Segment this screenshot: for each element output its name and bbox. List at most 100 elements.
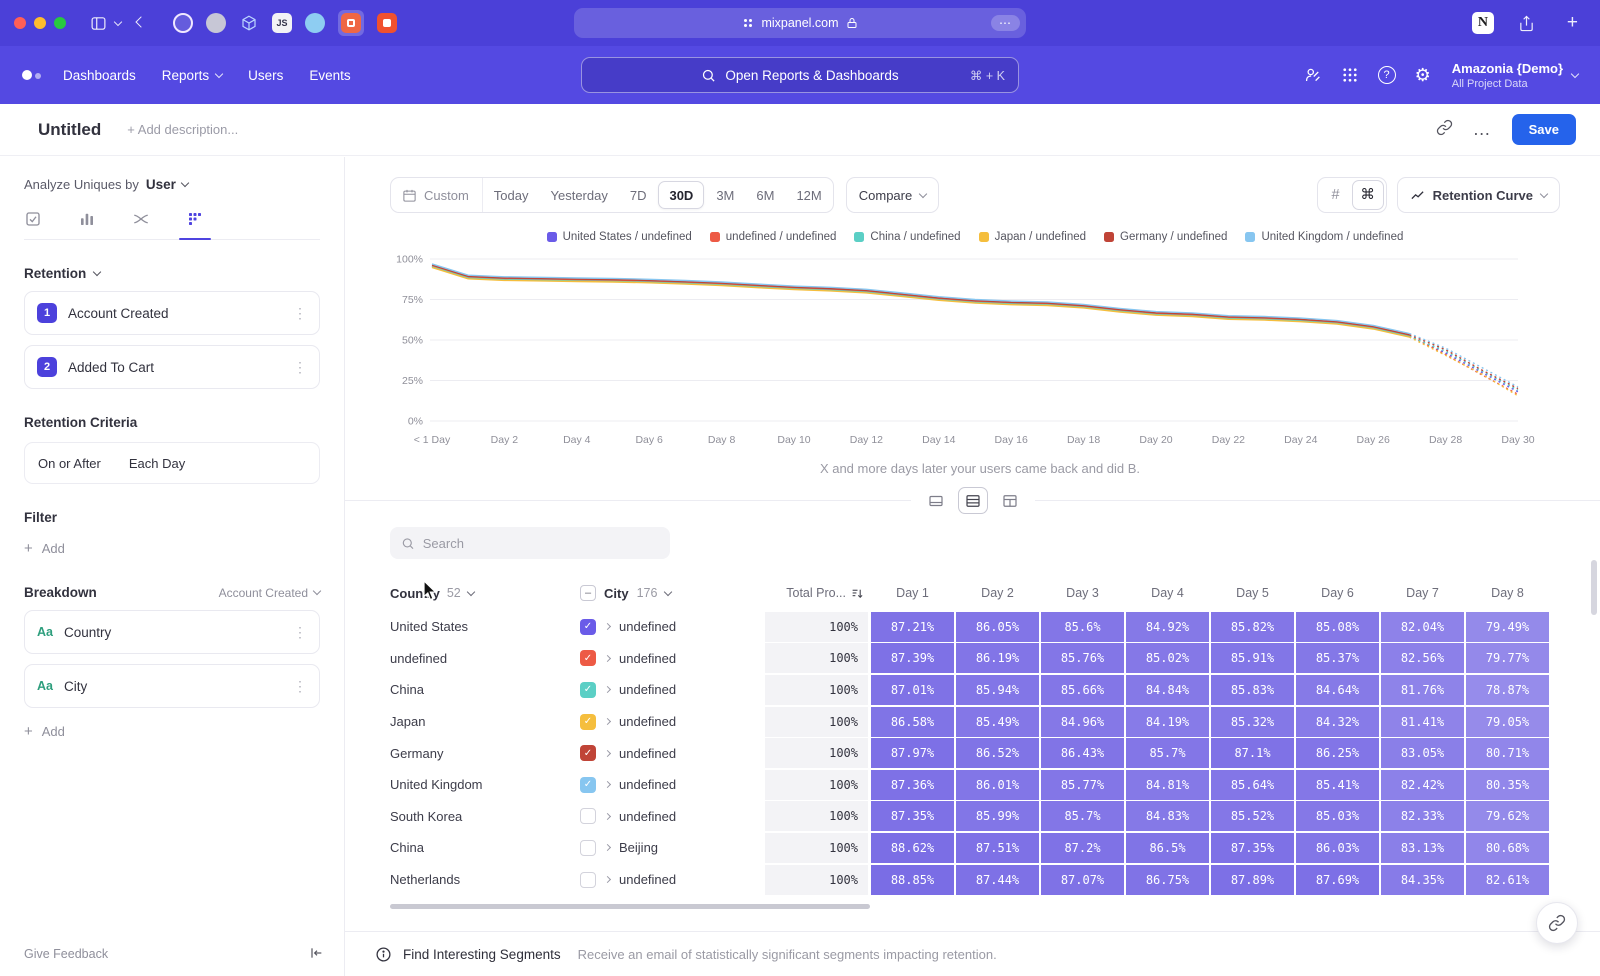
breakdown-context-dropdown[interactable]: Account Created — [219, 586, 320, 600]
nav-item-users[interactable]: Users — [248, 68, 283, 83]
legend-item[interactable]: Japan / undefined — [979, 231, 1086, 243]
compass-extension-icon[interactable] — [305, 13, 325, 33]
retention-cell[interactable]: 84.32% — [1296, 707, 1379, 737]
day-column-header[interactable]: Day 1 — [870, 586, 955, 600]
target-extension-icon[interactable] — [173, 13, 193, 33]
retention-cell[interactable]: 85.7% — [1126, 738, 1209, 768]
criteria-on-or-after[interactable]: On or After — [38, 456, 101, 471]
day-column-header[interactable]: Day 4 — [1125, 586, 1210, 600]
legend-item[interactable]: undefined / undefined — [710, 231, 837, 243]
retention-cell[interactable]: 81.41% — [1381, 707, 1464, 737]
retention-cell[interactable]: 85.77% — [1041, 770, 1124, 800]
retention-cell[interactable]: 86.58% — [871, 707, 954, 737]
date-range-custom[interactable]: Custom — [391, 178, 483, 212]
js-extension-icon[interactable]: JS — [272, 13, 292, 33]
city-column-header[interactable]: – City 176 — [580, 585, 765, 601]
address-more-badge[interactable]: ⋯ — [991, 15, 1020, 31]
retention-cell[interactable]: 83.05% — [1381, 738, 1464, 768]
retention-cell[interactable]: 80.71% — [1466, 738, 1549, 768]
retention-cell[interactable]: 84.83% — [1126, 801, 1209, 831]
row-checkbox[interactable]: ✓ — [580, 714, 596, 730]
retention-cell[interactable]: 85.82% — [1211, 612, 1294, 642]
retention-cell[interactable]: 86.03% — [1296, 833, 1379, 863]
notion-icon[interactable]: N — [1472, 12, 1494, 34]
row-checkbox[interactable]: ✓ — [580, 619, 596, 635]
retention-cell[interactable]: 85.37% — [1296, 643, 1379, 673]
retention-cell[interactable]: 84.64% — [1296, 675, 1379, 705]
retention-cell[interactable]: 85.64% — [1211, 770, 1294, 800]
date-range-12m[interactable]: 12M — [785, 178, 832, 212]
retention-step-2[interactable]: 2 Added To Cart ⋮ — [24, 345, 320, 389]
day-column-header[interactable]: Day 2 — [955, 586, 1040, 600]
retention-cell[interactable]: 85.7% — [1041, 801, 1124, 831]
mixpanel-docs-extension-icon[interactable] — [341, 13, 361, 33]
day-column-header[interactable]: Day 8 — [1465, 586, 1550, 600]
share-link-fab[interactable] — [1536, 902, 1578, 944]
total-cell[interactable]: 100% — [765, 865, 870, 895]
retention-cell[interactable]: 82.56% — [1381, 643, 1464, 673]
add-breakdown-button[interactable]: + Add — [24, 723, 320, 740]
retention-cell[interactable]: 85.6% — [1041, 612, 1124, 642]
expand-chevron-icon[interactable] — [604, 844, 611, 851]
total-cell[interactable]: 100% — [765, 801, 870, 831]
day-column-header[interactable]: Day 6 — [1295, 586, 1380, 600]
tab-flows[interactable] — [132, 210, 150, 239]
retention-cell[interactable]: 87.07% — [1041, 865, 1124, 895]
retention-cell[interactable]: 85.66% — [1041, 675, 1124, 705]
back-icon[interactable] — [137, 21, 145, 26]
retention-cell[interactable]: 84.81% — [1126, 770, 1209, 800]
day-column-header[interactable]: Day 5 — [1210, 586, 1295, 600]
legend-item[interactable]: United States / undefined — [547, 231, 692, 243]
retention-cell[interactable]: 88.62% — [871, 833, 954, 863]
retention-cell[interactable]: 79.62% — [1466, 801, 1549, 831]
total-cell[interactable]: 100% — [765, 675, 870, 705]
retention-cell[interactable]: 86.52% — [956, 738, 1039, 768]
row-checkbox[interactable]: ✓ — [580, 682, 596, 698]
retention-cell[interactable]: 87.51% — [956, 833, 1039, 863]
retention-cell[interactable]: 85.02% — [1126, 643, 1209, 673]
share-icon[interactable] — [1518, 15, 1535, 32]
retention-cell[interactable]: 87.35% — [871, 801, 954, 831]
retention-cell[interactable]: 85.83% — [1211, 675, 1294, 705]
expand-chevron-icon[interactable] — [604, 813, 611, 820]
add-description[interactable]: + Add description... — [127, 122, 238, 137]
total-cell[interactable]: 100% — [765, 833, 870, 863]
nav-item-reports[interactable]: Reports — [162, 68, 222, 83]
kebab-menu-icon[interactable]: ⋮ — [293, 305, 307, 322]
compare-button[interactable]: Compare — [846, 177, 939, 213]
new-tab-icon[interactable]: + — [1567, 12, 1578, 34]
nav-item-events[interactable]: Events — [309, 68, 350, 83]
expand-chevron-icon[interactable] — [604, 655, 611, 662]
total-cell[interactable]: 100% — [765, 612, 870, 642]
row-checkbox[interactable]: ✓ — [580, 745, 596, 761]
retention-cell[interactable]: 84.96% — [1041, 707, 1124, 737]
total-cell[interactable]: 100% — [765, 738, 870, 768]
absolute-number-toggle[interactable]: # — [1320, 180, 1352, 210]
retention-cell[interactable]: 85.52% — [1211, 801, 1294, 831]
total-column-header[interactable]: Total Pro... — [765, 586, 870, 600]
retention-cell[interactable]: 82.61% — [1466, 865, 1549, 895]
legend-item[interactable]: China / undefined — [854, 231, 960, 243]
breakdown-city[interactable]: Aa City ⋮ — [24, 664, 320, 708]
row-checkbox[interactable] — [580, 840, 596, 856]
expand-chevron-icon[interactable] — [604, 623, 611, 630]
legend-item[interactable]: Germany / undefined — [1104, 231, 1227, 243]
row-checkbox[interactable]: ✓ — [580, 777, 596, 793]
kebab-menu-icon[interactable]: ⋮ — [293, 359, 307, 376]
expand-chevron-icon[interactable] — [604, 718, 611, 725]
date-range-today[interactable]: Today — [483, 178, 540, 212]
segments-title[interactable]: Find Interesting Segments — [403, 947, 561, 962]
gray-extension-icon[interactable] — [206, 13, 226, 33]
select-all-checkbox[interactable]: – — [580, 585, 596, 601]
tab-funnels[interactable] — [78, 210, 96, 239]
retention-cell[interactable]: 86.5% — [1126, 833, 1209, 863]
tab-insights[interactable] — [24, 210, 42, 239]
expand-chevron-icon[interactable] — [604, 876, 611, 883]
retention-cell[interactable]: 87.35% — [1211, 833, 1294, 863]
retention-cell[interactable]: 86.01% — [956, 770, 1039, 800]
retention-cell[interactable]: 85.03% — [1296, 801, 1379, 831]
retention-cell[interactable]: 84.84% — [1126, 675, 1209, 705]
retention-cell[interactable]: 87.01% — [871, 675, 954, 705]
retention-cell[interactable]: 87.44% — [956, 865, 1039, 895]
date-range-6m[interactable]: 6M — [745, 178, 785, 212]
